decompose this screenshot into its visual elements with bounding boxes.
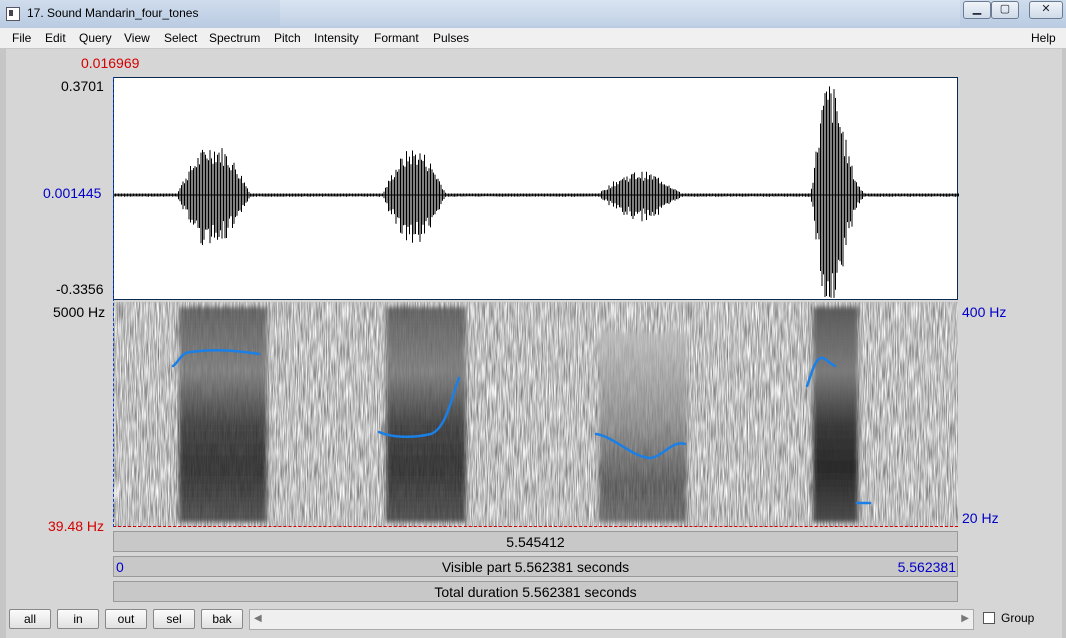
app-icon [6,7,20,21]
window-frame-right [1062,48,1066,638]
zoom-in-button[interactable]: in [57,609,99,629]
waveform-plot [113,86,959,298]
menu-intensity[interactable]: Intensity [314,31,359,45]
waveform-signal [113,86,959,298]
pitch-max-label: 400 Hz [962,304,1007,320]
total-duration-bar[interactable]: Total duration 5.562381 seconds [113,581,958,602]
zoom-selection-button[interactable]: sel [153,609,195,629]
close-button[interactable]: ✕ [1029,1,1063,19]
time-scrollbar[interactable]: ◀ ▶ [249,609,974,630]
waveform-mid-label: 0.001445 [43,185,102,201]
cursor-time-bar[interactable]: 5.545412 [113,531,958,552]
visible-part-label: Visible part 5.562381 seconds [441,559,630,575]
window-title: 17. Sound Mandarin_four_tones [27,6,199,20]
menu-select[interactable]: Select [164,31,197,45]
spectrogram-plot [113,302,958,527]
menu-edit[interactable]: Edit [45,31,66,45]
menu-query[interactable]: Query [79,31,112,45]
maximize-button[interactable]: ▢ [991,1,1019,19]
menu-view[interactable]: View [124,31,150,45]
minimize-button[interactable]: ▁ [963,1,991,19]
zoom-all-button[interactable]: all [9,609,51,629]
spectrogram-floor-line [113,526,958,527]
total-duration-label: Total duration 5.562381 seconds [434,584,637,600]
background-window-strip [280,0,960,26]
spectrogram-min-freq-label: 39.48 Hz [48,518,105,534]
menu-formant[interactable]: Formant [374,31,419,45]
menu-pitch[interactable]: Pitch [274,31,301,45]
visible-part-bar[interactable]: 0 Visible part 5.562381 seconds 5.562381 [113,556,958,577]
menu-file[interactable]: File [12,31,31,45]
waveform-max-label: 0.3701 [61,78,104,94]
waveform-panel[interactable] [113,77,959,300]
menu-help[interactable]: Help [1031,31,1056,45]
zoom-out-button[interactable]: out [105,609,147,629]
group-checkbox[interactable] [983,612,995,624]
waveform-min-label: -0.3356 [56,281,104,297]
spectrogram-max-freq-label: 5000 Hz [53,304,106,320]
cursor-amplitude-value: 0.016969 [81,55,140,71]
visible-end-time: 5.562381 [897,559,956,575]
scroll-left-arrow-icon[interactable]: ◀ [254,613,262,624]
pitch-min-label: 20 Hz [962,510,999,526]
window-frame-left [0,48,6,638]
scroll-right-arrow-icon[interactable]: ▶ [961,613,969,624]
menu-spectrum[interactable]: Spectrum [209,31,260,45]
menu-pulses[interactable]: Pulses [433,31,469,45]
zoom-back-button[interactable]: bak [201,609,243,629]
group-label: Group [1001,611,1035,625]
cursor-time-value: 5.545412 [506,534,565,550]
spectrogram-panel[interactable] [113,302,958,527]
time-cursor-line [113,77,114,527]
menu-bar: File Edit Query View Select Spectrum Pit… [0,28,1066,49]
